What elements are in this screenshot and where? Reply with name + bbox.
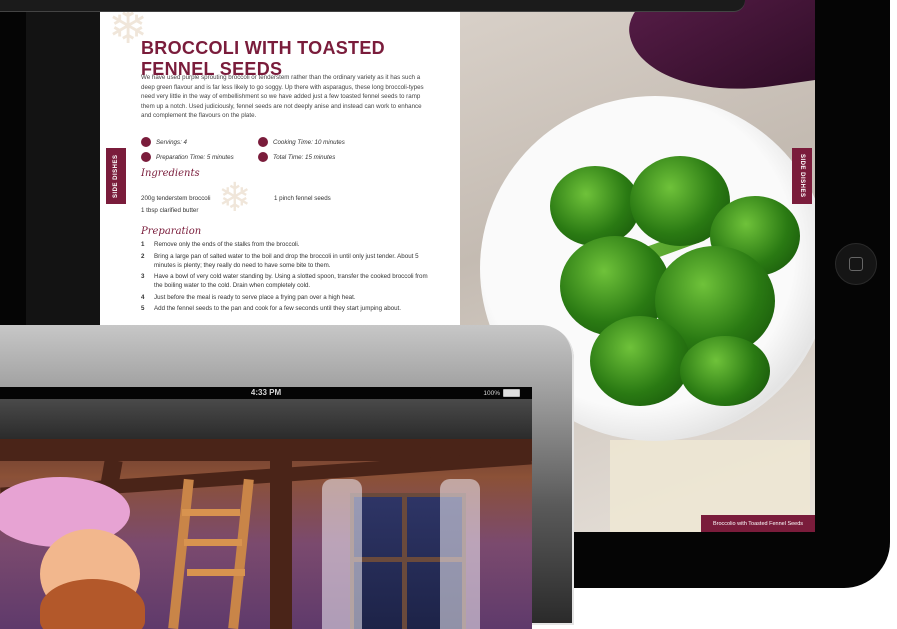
home-button[interactable] xyxy=(835,243,877,285)
prep-time-icon xyxy=(141,152,151,162)
preparation-steps: 1 Remove only the ends of the stalks from… xyxy=(141,240,431,316)
app-toolbar xyxy=(0,399,532,439)
snowflake-decoration-icon: ❄ xyxy=(218,176,252,220)
step-item: 5 Add the fennel seeds to the pan and coo… xyxy=(141,305,401,312)
step-item: 2 Bring a large pan of salted water to th… xyxy=(141,252,419,269)
status-bar: 4:33 PM 100% xyxy=(0,387,532,399)
cooking-time-info: Cooking Time: 10 minutes xyxy=(258,137,345,147)
cooking-time-icon xyxy=(258,137,268,147)
cooking-time-text: Cooking Time: 10 minutes xyxy=(273,138,345,146)
total-time-icon xyxy=(258,152,268,162)
status-time: 4:33 PM xyxy=(250,388,282,397)
battery-icon xyxy=(503,389,520,397)
servings-text: Servings: 4 xyxy=(156,138,187,146)
side-dishes-tab-left[interactable]: SIDE DISHES xyxy=(106,148,126,204)
ingredient-item: 1 tbsp clarified butter xyxy=(141,207,199,214)
battery-percent: 100% xyxy=(483,389,500,397)
preparation-heading: Preparation xyxy=(141,226,202,237)
recipe-intro: We have used purple sprouting broccoli o… xyxy=(141,74,424,119)
photo-caption: Broccolio with Toasted Fennel Seeds xyxy=(701,515,815,532)
side-dishes-tab-right[interactable]: SIDE DISHES xyxy=(792,148,812,204)
step-item: 4 Just before the meal is ready to serve … xyxy=(141,293,356,301)
front-tablet-screen: 4:33 PM 100% xyxy=(0,387,532,629)
prep-time-text: Preparation Time: 5 minutes xyxy=(156,153,234,161)
servings-icon xyxy=(141,137,151,147)
battery-indicator: 100% xyxy=(483,389,520,397)
storybook-illustration xyxy=(0,439,532,629)
prep-time-info: Preparation Time: 5 minutes xyxy=(141,152,234,162)
front-tablet: 4:33 PM 100% xyxy=(0,325,574,629)
total-time-text: Total Time: 15 minutes xyxy=(273,153,336,161)
ingredients-heading: Ingredients xyxy=(141,168,200,179)
servings-info: Servings: 4 xyxy=(141,137,187,147)
overlapping-device-edge xyxy=(0,0,745,11)
ingredient-item: 1 pinch fennel seeds xyxy=(274,195,331,202)
step-item: 3 Have a bowl of very cold water standing… xyxy=(141,273,428,289)
ingredient-item: 200g tenderstem broccoli xyxy=(141,195,211,202)
purple-cloth-image xyxy=(622,0,815,105)
total-time-info: Total Time: 15 minutes xyxy=(258,152,335,162)
step-item: 1 Remove only the ends of the stalks from… xyxy=(141,241,300,248)
